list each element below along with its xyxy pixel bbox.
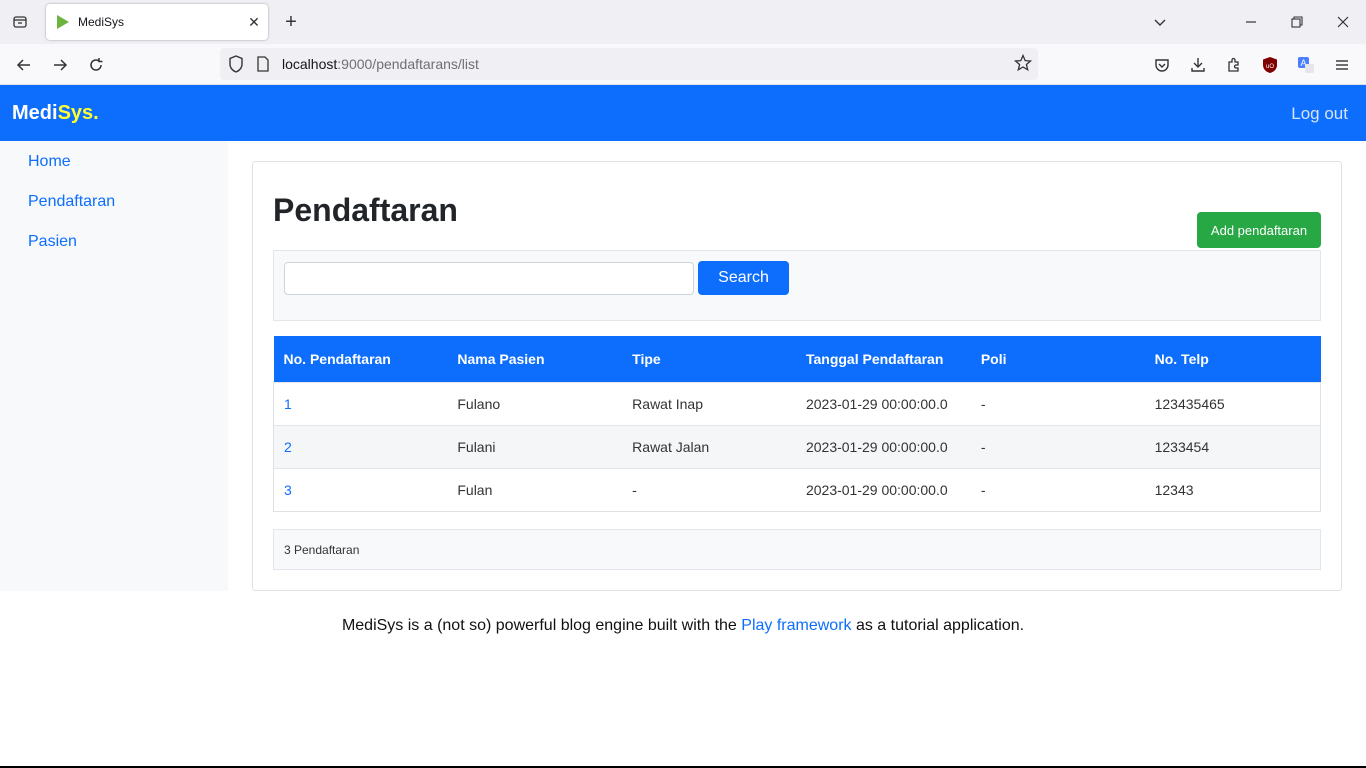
minimize-icon[interactable] bbox=[1237, 8, 1265, 36]
restore-icon[interactable] bbox=[1283, 8, 1311, 36]
footer-text-before: MediSys is a (not so) powerful blog engi… bbox=[341, 617, 742, 634]
cell-tipe: Rawat Jalan bbox=[622, 424, 796, 468]
column-header-tanggal[interactable]: Tanggal Pendaftaran bbox=[795, 336, 971, 382]
search-panel: Search bbox=[273, 250, 1321, 321]
cell-nama: Fulan bbox=[447, 467, 623, 512]
pendaftaran-table: No. Pendaftaran Nama Pasien Tipe Tanggal… bbox=[273, 336, 1321, 512]
cell-no: 3 bbox=[273, 467, 448, 512]
cell-telp: 123435465 bbox=[1144, 381, 1321, 425]
browser-nav-bar: localhost:9000/pendaftarans/list uO A bbox=[0, 44, 1366, 85]
cell-nama: Fulani bbox=[447, 424, 623, 468]
tab-close-icon[interactable]: ✕ bbox=[240, 8, 268, 36]
cell-poli: - bbox=[970, 467, 1145, 512]
back-icon[interactable] bbox=[11, 52, 37, 78]
play-framework-link[interactable]: Play framework bbox=[741, 617, 851, 634]
search-input[interactable] bbox=[284, 262, 694, 295]
add-pendaftaran-button[interactable]: Add pendaftaran bbox=[1197, 212, 1321, 248]
brand-logo[interactable]: MediSys. bbox=[12, 102, 99, 125]
tracking-shield-icon[interactable] bbox=[228, 55, 244, 78]
url-path: :9000/pendaftarans/list bbox=[337, 56, 479, 72]
sidebar-item-pasien[interactable]: Pasien bbox=[28, 233, 77, 251]
close-window-icon[interactable] bbox=[1329, 8, 1357, 36]
brand-main-text: Medi bbox=[12, 102, 58, 124]
new-tab-icon[interactable]: + bbox=[278, 9, 304, 35]
cell-no: 2 bbox=[273, 424, 448, 468]
sidebar-item-pendaftaran[interactable]: Pendaftaran bbox=[28, 193, 115, 211]
cell-tipe: Rawat Inap bbox=[622, 381, 796, 425]
pendaftaran-link[interactable]: 1 bbox=[284, 396, 292, 412]
table-row: 1 Fulano Rawat Inap 2023-01-29 00:00:00.… bbox=[273, 381, 1321, 425]
page-title: Pendaftaran bbox=[273, 192, 458, 228]
list-all-tabs-icon[interactable] bbox=[1146, 8, 1174, 36]
column-header-tipe[interactable]: Tipe bbox=[622, 336, 796, 382]
menu-icon[interactable] bbox=[1330, 53, 1354, 77]
search-button[interactable]: Search bbox=[698, 261, 789, 295]
pocket-icon[interactable] bbox=[1150, 53, 1174, 77]
table-header-row: No. Pendaftaran Nama Pasien Tipe Tanggal… bbox=[273, 336, 1321, 382]
tab-title: MediSys bbox=[78, 15, 125, 29]
app-header: MediSys. Log out bbox=[0, 85, 1366, 141]
brand-accent-text: Sys. bbox=[57, 102, 99, 124]
address-bar[interactable]: localhost:9000/pendaftarans/list bbox=[220, 48, 1038, 80]
content-card: Pendaftaran Add pendaftaran Search No. P… bbox=[252, 161, 1342, 591]
bookmark-star-icon[interactable] bbox=[1013, 53, 1033, 77]
record-count: 3 Pendaftaran bbox=[273, 529, 1321, 570]
forward-icon[interactable] bbox=[47, 52, 73, 78]
cell-telp: 12343 bbox=[1144, 467, 1321, 512]
extensions-icon[interactable] bbox=[1222, 53, 1246, 77]
browser-tab[interactable]: MediSys ✕ bbox=[46, 4, 268, 40]
web-page: MediSys. Log out Home Pendaftaran Pasien… bbox=[0, 85, 1366, 766]
cell-nama: Fulano bbox=[447, 381, 623, 425]
cell-tanggal: 2023-01-29 00:00:00.0 bbox=[795, 381, 971, 425]
footer: MediSys is a (not so) powerful blog engi… bbox=[0, 617, 1366, 635]
page-info-icon[interactable] bbox=[256, 56, 270, 77]
column-header-nama[interactable]: Nama Pasien bbox=[447, 336, 623, 382]
sidebar: Home Pendaftaran Pasien bbox=[0, 141, 228, 591]
logout-link[interactable]: Log out bbox=[1291, 104, 1348, 124]
browser-tab-bar: MediSys ✕ + bbox=[0, 0, 1366, 44]
tab-list-icon[interactable] bbox=[8, 10, 32, 34]
column-header-no[interactable]: No. Pendaftaran bbox=[273, 336, 448, 382]
translate-icon[interactable]: A bbox=[1294, 53, 1318, 77]
footer-text-after: as a tutorial application. bbox=[851, 617, 1025, 634]
table-row: 3 Fulan - 2023-01-29 00:00:00.0 - 12343 bbox=[273, 467, 1321, 512]
url-text[interactable]: localhost:9000/pendaftarans/list bbox=[282, 56, 479, 72]
cell-tanggal: 2023-01-29 00:00:00.0 bbox=[795, 424, 971, 468]
column-header-telp[interactable]: No. Telp bbox=[1144, 336, 1321, 382]
cell-poli: - bbox=[970, 381, 1145, 425]
url-host: localhost bbox=[282, 56, 338, 72]
downloads-icon[interactable] bbox=[1186, 53, 1210, 77]
table-row: 2 Fulani Rawat Jalan 2023-01-29 00:00:00… bbox=[273, 424, 1321, 468]
reload-icon[interactable] bbox=[83, 52, 109, 78]
play-favicon-icon bbox=[57, 15, 69, 29]
svg-text:uO: uO bbox=[1266, 64, 1274, 70]
cell-poli: - bbox=[970, 424, 1145, 468]
ublock-icon[interactable]: uO bbox=[1258, 53, 1282, 77]
sidebar-item-home[interactable]: Home bbox=[28, 153, 71, 171]
pendaftaran-link[interactable]: 3 bbox=[284, 482, 292, 498]
cell-tipe: - bbox=[622, 467, 796, 512]
column-header-poli[interactable]: Poli bbox=[970, 336, 1145, 382]
cell-telp: 1233454 bbox=[1144, 424, 1321, 468]
pendaftaran-link[interactable]: 2 bbox=[284, 439, 292, 455]
cell-no: 1 bbox=[273, 381, 448, 425]
cell-tanggal: 2023-01-29 00:00:00.0 bbox=[795, 467, 971, 512]
